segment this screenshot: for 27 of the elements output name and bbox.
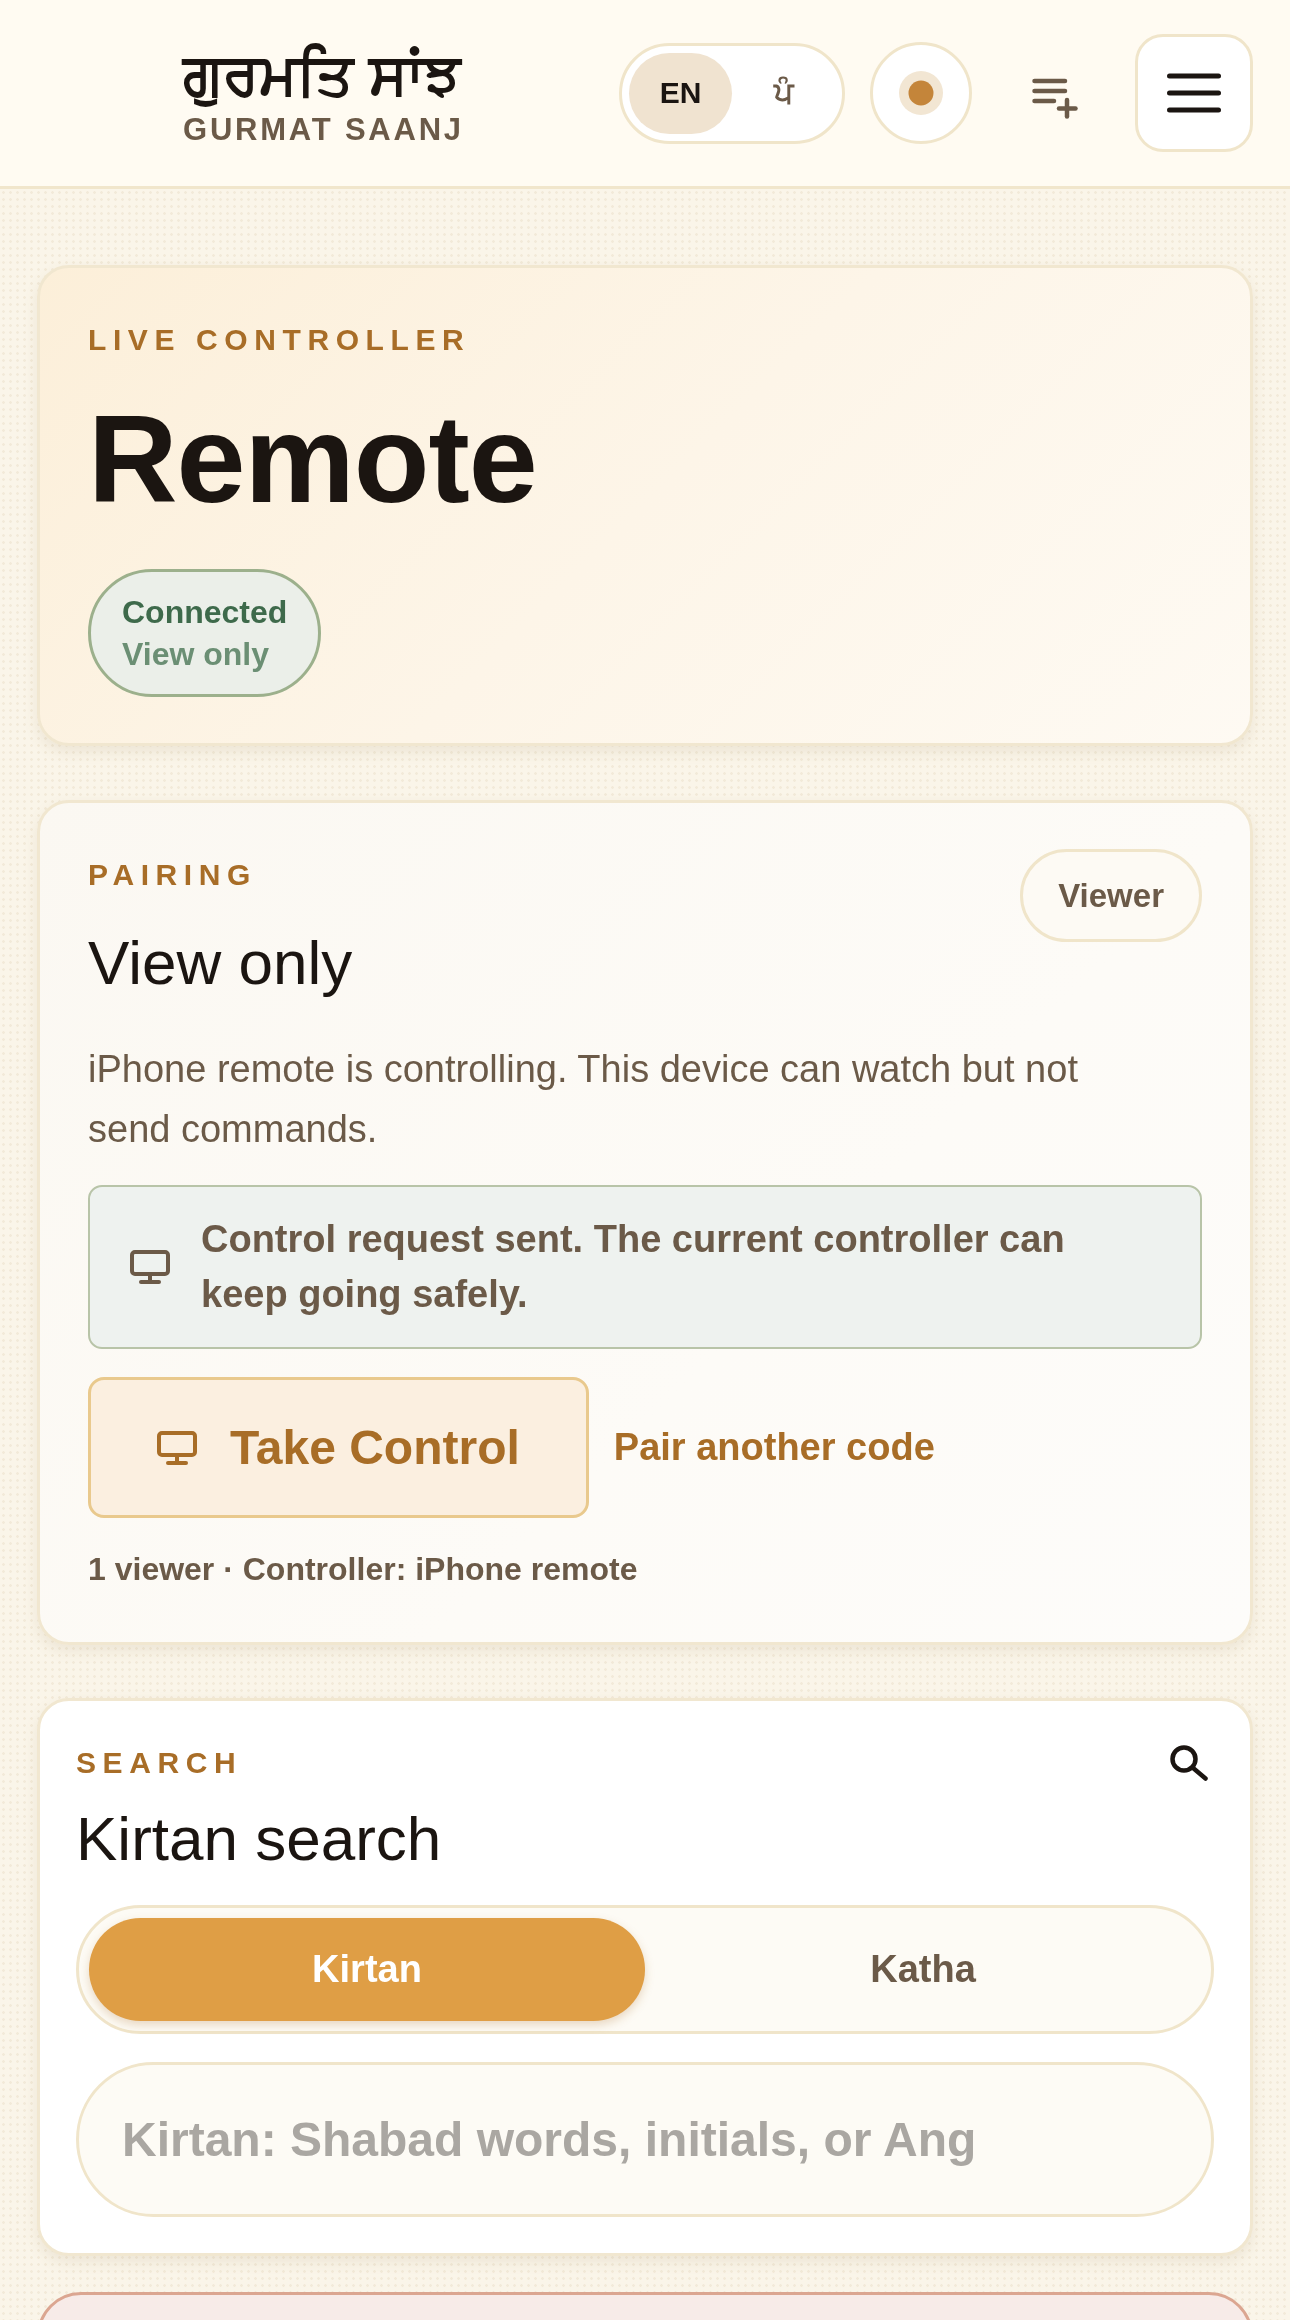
connection-summary: 1 viewer · Controller: iPhone remote (88, 1550, 639, 1589)
monitor-icon (130, 1250, 170, 1284)
status-label: Connected (122, 593, 288, 632)
section-heading: Kirtan search (76, 1803, 442, 1875)
description-text: iPhone remote is controlling. This device can watch but not send commands. (88, 1047, 1079, 1152)
search-icon[interactable] (1169, 1745, 1209, 1781)
section-eyebrow: SEARCH (76, 1745, 243, 1781)
dot-icon (899, 71, 943, 115)
section-eyebrow: LIVE CONTROLLER (88, 322, 471, 358)
section-heading: View only (88, 927, 353, 999)
search-input[interactable]: Kirtan: Shabad words, initials, or Ang (76, 2062, 1214, 2217)
notice-text: Control request sent. The current controller can keep going safely. (201, 1217, 1066, 1317)
playlist-add-icon[interactable] (1032, 77, 1078, 119)
monitor-icon (157, 1430, 197, 1465)
language-option[interactable]: ਪੰ (732, 52, 835, 134)
status-detail: View only (122, 635, 270, 674)
language-option[interactable]: EN (629, 52, 732, 134)
logo-title: ਗੁਰਮਤਿ ਸਾਂਝ (183, 40, 463, 109)
menu-icon (1167, 73, 1221, 113)
mode-tab[interactable]: Katha (645, 1918, 1201, 2021)
section-eyebrow: PAIRING (88, 857, 257, 893)
page-title: Remote (88, 397, 537, 521)
logo-subtitle: GURMAT SAANJ (183, 112, 464, 148)
role-badge: Viewer (1020, 849, 1202, 942)
menu-button[interactable] (1135, 34, 1253, 152)
take-control-button[interactable]: Take Control (88, 1377, 589, 1518)
pair-code-link[interactable]: Pair another code (613, 1426, 935, 1469)
